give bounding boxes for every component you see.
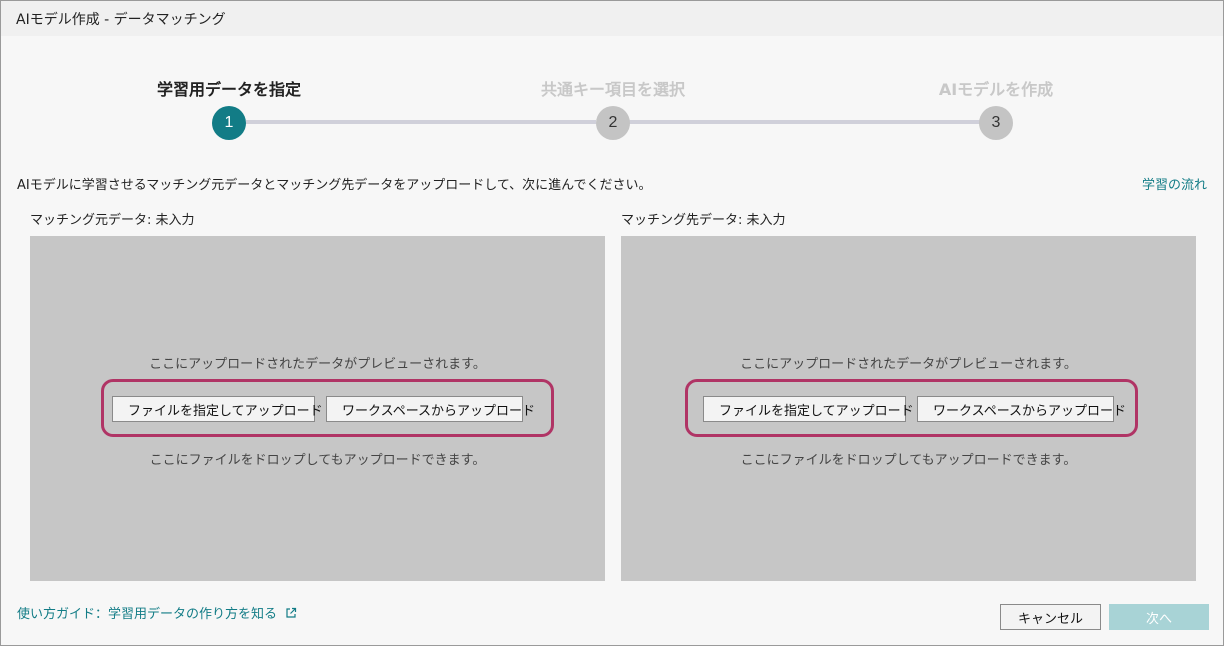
step-3-indicator: 3 xyxy=(979,106,1013,140)
learning-flow-link[interactable]: 学習の流れ xyxy=(1142,174,1207,193)
source-file-upload-button[interactable]: ファイルを指定してアップロード xyxy=(112,396,323,422)
dialog-window: AIモデル作成 - データマッチング 学習用データを指定 1 共通キー項目を選択… xyxy=(0,0,1224,646)
source-file-upload-label: ファイルを指定してアップロード xyxy=(128,403,323,419)
source-workspace-upload-label: ワークスペースからアップロード xyxy=(342,403,536,419)
external-link-icon xyxy=(286,607,297,618)
step-connector xyxy=(246,120,596,124)
next-button[interactable]: 次へ xyxy=(1109,604,1209,630)
stepper: 学習用データを指定 1 共通キー項目を選択 2 AIモデルを作成 3 xyxy=(1,36,1223,156)
source-data-title: マッチング元データ: 未入力 xyxy=(30,213,195,228)
step-2-indicator: 2 xyxy=(596,106,630,140)
cancel-button[interactable]: キャンセル xyxy=(1000,604,1101,630)
instruction-text: AIモデルに学習させるマッチング元データとマッチング先データをアップロードして、… xyxy=(17,178,652,193)
preview-placeholder: ここにアップロードされたデータがプレビューされます。 xyxy=(740,357,1077,372)
drop-hint: ここにファイルをドロップしてもアップロードできます。 xyxy=(740,453,1077,468)
window-title: AIモデル作成 - データマッチング xyxy=(16,11,226,28)
target-data-dropzone[interactable]: ここにアップロードされたデータがプレビューされます。 ファイルを指定してアップロ… xyxy=(621,236,1196,581)
step-1-indicator: 1 xyxy=(212,106,246,140)
target-data-title: マッチング先データ: 未入力 xyxy=(621,213,786,228)
preview-placeholder: ここにアップロードされたデータがプレビューされます。 xyxy=(149,357,486,372)
source-workspace-upload-button[interactable]: ワークスペースからアップロード xyxy=(326,396,535,422)
step-2-label: 共通キー項目を選択 xyxy=(540,80,685,99)
usage-guide-link[interactable]: 使い方ガイド：学習用データの作り方を知る xyxy=(17,603,297,622)
target-workspace-upload-button[interactable]: ワークスペースからアップロード xyxy=(917,396,1126,422)
step-3-label: AIモデルを作成 xyxy=(938,80,1054,99)
drop-hint: ここにファイルをドロップしてもアップロードできます。 xyxy=(149,453,486,468)
target-file-upload-button[interactable]: ファイルを指定してアップロード xyxy=(703,396,914,422)
step-1-label: 学習用データを指定 xyxy=(156,80,301,99)
title-bar: AIモデル作成 - データマッチング xyxy=(1,1,1223,36)
usage-guide-label: 使い方ガイド：学習用データの作り方を知る xyxy=(17,607,278,622)
step-connector xyxy=(629,120,981,124)
target-workspace-upload-label: ワークスペースからアップロード xyxy=(933,403,1127,419)
source-data-dropzone[interactable]: ここにアップロードされたデータがプレビューされます。 ファイルを指定してアップロ… xyxy=(30,236,605,581)
target-file-upload-label: ファイルを指定してアップロード xyxy=(719,403,914,419)
